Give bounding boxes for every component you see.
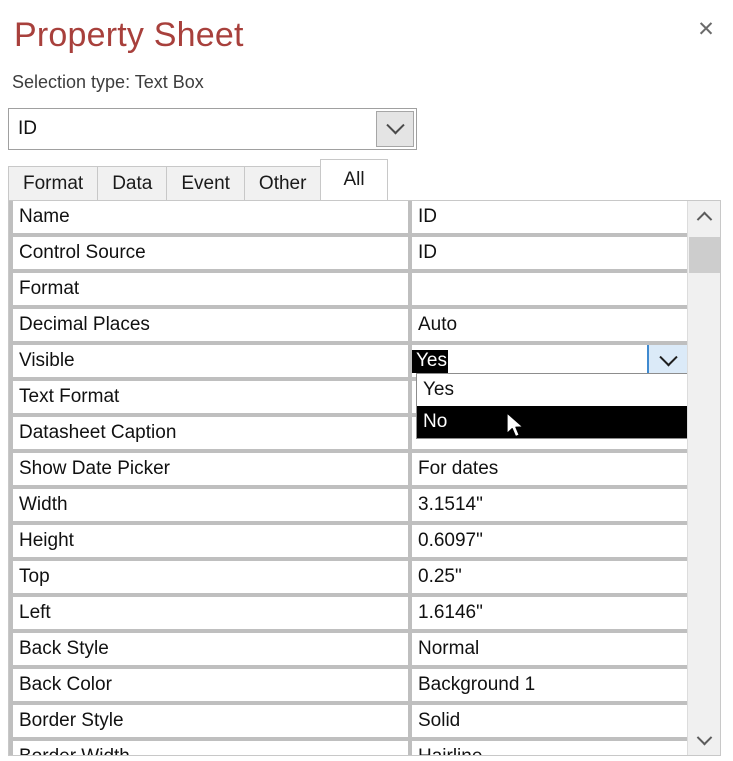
chevron-up-icon [696, 211, 712, 227]
object-selector-combo[interactable]: ID [8, 108, 417, 150]
property-name: Datasheet Caption [9, 417, 408, 449]
property-value[interactable]: Solid [408, 705, 687, 737]
property-name: Back Color [9, 669, 408, 701]
property-row: Height 0.6097" [9, 525, 687, 561]
property-value[interactable]: ID [408, 237, 687, 269]
property-value[interactable]: ID [408, 201, 687, 233]
property-name: Top [9, 561, 408, 593]
property-row: Control Source ID [9, 237, 687, 273]
tab-data[interactable]: Data [97, 166, 168, 200]
property-name: Text Format [9, 381, 408, 413]
property-row: Format [9, 273, 687, 309]
property-name: Height [9, 525, 408, 557]
property-name: Back Style [9, 633, 408, 665]
close-icon[interactable]: ✕ [691, 14, 721, 44]
chevron-down-icon [696, 729, 712, 745]
property-grid: Name ID Control Source ID Format Decimal Plac… [8, 200, 721, 756]
property-name: Left [9, 597, 408, 629]
selected-value-text: Yes [412, 349, 448, 373]
property-row: Show Date Picker For dates [9, 453, 687, 489]
property-grid-scroll-area: Name ID Control Source ID Format Decimal Plac… [9, 201, 687, 755]
tab-all[interactable]: All [320, 159, 388, 200]
property-value[interactable] [408, 273, 687, 305]
property-tabs: Format Data Event Other All [8, 159, 388, 200]
property-value[interactable]: Normal [408, 633, 687, 665]
tab-event[interactable]: Event [166, 166, 245, 200]
property-value[interactable]: For dates [408, 453, 687, 485]
property-name: Width [9, 489, 408, 521]
property-row: Top 0.25" [9, 561, 687, 597]
scroll-down-button[interactable] [688, 725, 720, 755]
property-value[interactable]: 1.6146" [408, 597, 687, 629]
chevron-down-icon [658, 347, 678, 366]
chevron-down-icon[interactable] [376, 111, 414, 147]
property-value[interactable]: 0.6097" [408, 525, 687, 557]
property-row: Back Color Background 1 [9, 669, 687, 705]
property-name: Name [9, 201, 408, 233]
property-row: Border WidthHairline [9, 741, 687, 755]
tab-format[interactable]: Format [8, 166, 99, 200]
selection-type-label: Selection type: Text Box [12, 72, 204, 92]
object-selector-value: ID [18, 118, 37, 139]
property-value[interactable]: Background 1 [408, 669, 687, 701]
property-value[interactable]: 0.25" [408, 561, 687, 593]
property-name: Border Style [9, 705, 408, 737]
vertical-scrollbar[interactable] [687, 201, 720, 755]
property-name: Show Date Picker [9, 453, 408, 485]
scrollbar-thumb[interactable] [689, 237, 720, 273]
page-title: Property Sheet [14, 16, 244, 54]
chevron-down-glyph [385, 115, 405, 134]
property-name: Format [9, 273, 408, 305]
property-value[interactable]: 3.1514" [408, 489, 687, 521]
property-name: Visible [9, 345, 408, 377]
property-name: Control Source [9, 237, 408, 269]
property-value[interactable]: Auto [408, 309, 687, 341]
property-name: Decimal Places [9, 309, 408, 341]
property-row: Width 3.1514" [9, 489, 687, 525]
property-value[interactable]: Hairline [408, 741, 687, 755]
property-row: Left 1.6146" [9, 597, 687, 633]
property-row: Decimal Places Auto [9, 309, 687, 345]
visible-property-dropdown-list[interactable]: Yes No [416, 373, 687, 439]
property-rows: Name ID Control Source ID Format Decimal Plac… [9, 201, 687, 755]
property-row: Back Style Normal [9, 633, 687, 669]
dropdown-option[interactable]: No [417, 406, 687, 438]
property-name: Border Width [9, 741, 408, 755]
scroll-up-button[interactable] [688, 201, 720, 231]
tab-other[interactable]: Other [243, 166, 322, 200]
dropdown-option[interactable]: Yes [417, 374, 687, 406]
property-row: Border Style Solid [9, 705, 687, 741]
property-row: Name ID [9, 201, 687, 237]
